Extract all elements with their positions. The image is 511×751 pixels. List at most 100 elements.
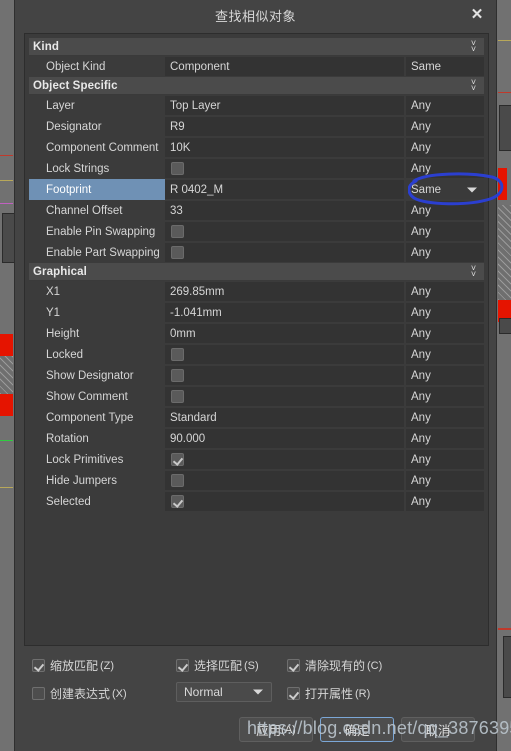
checkbox-select-match[interactable]: [176, 659, 189, 672]
match-mode-cell[interactable]: Any: [406, 429, 484, 448]
property-value-cell[interactable]: Standard: [165, 408, 405, 427]
match-mode-cell[interactable]: Any: [406, 471, 484, 490]
property-value: Top Layer: [170, 99, 221, 112]
value-checkbox[interactable]: [171, 474, 184, 487]
property-row[interactable]: Enable Pin Swapping Any: [29, 221, 484, 242]
option-create-expression[interactable]: 创建表达式 (X): [32, 685, 127, 702]
checkbox-create-expression[interactable]: [32, 687, 45, 700]
value-checkbox[interactable]: [171, 162, 184, 175]
property-row[interactable]: Height 0mm Any: [29, 323, 484, 344]
property-row[interactable]: Enable Part Swapping Any: [29, 242, 484, 263]
pcb-trace-red: [498, 92, 511, 93]
value-checkbox[interactable]: [171, 348, 184, 361]
property-value-cell[interactable]: Component: [165, 57, 405, 76]
value-checkbox[interactable]: [171, 390, 184, 403]
property-value-cell[interactable]: R9: [165, 117, 405, 136]
property-value-cell[interactable]: [165, 366, 405, 385]
match-mode-cell[interactable]: Any: [406, 201, 484, 220]
property-value-cell[interactable]: [165, 159, 405, 178]
match-mode-cell[interactable]: Any: [406, 96, 484, 115]
property-value-cell[interactable]: 90.000: [165, 429, 405, 448]
section-header[interactable]: Kind ˅ ˅: [29, 38, 484, 56]
property-value: Component: [170, 60, 230, 73]
property-row[interactable]: Show Comment Any: [29, 386, 484, 407]
property-row[interactable]: Layer Top Layer Any: [29, 95, 484, 116]
property-value-cell[interactable]: Top Layer: [165, 96, 405, 115]
match-mode-cell[interactable]: Same: [406, 180, 484, 199]
value-checkbox[interactable]: [171, 369, 184, 382]
chevron-double-down-icon[interactable]: ˅ ˅: [468, 264, 479, 279]
property-value-cell[interactable]: 10K: [165, 138, 405, 157]
value-checkbox[interactable]: [171, 225, 184, 238]
property-row[interactable]: Y1 -1.041mm Any: [29, 302, 484, 323]
checkbox-open-properties[interactable]: [287, 687, 300, 700]
property-value-cell[interactable]: [165, 492, 405, 511]
checkbox-zoom-match[interactable]: [32, 659, 45, 672]
property-row[interactable]: Lock Primitives Any: [29, 449, 484, 470]
option-create-expression-hotkey: (X): [112, 687, 127, 700]
match-mode-cell[interactable]: Any: [406, 222, 484, 241]
property-row[interactable]: X1 269.85mm Any: [29, 281, 484, 302]
apply-button[interactable]: 应用 (A): [239, 717, 313, 742]
match-mode-cell[interactable]: Any: [406, 492, 484, 511]
property-value-cell[interactable]: 0mm: [165, 324, 405, 343]
property-value-cell[interactable]: R 0402_M: [165, 180, 405, 199]
ok-button[interactable]: 确定: [320, 717, 394, 742]
property-row[interactable]: Hide Jumpers Any: [29, 470, 484, 491]
pcb-trace-magenta: [0, 203, 13, 204]
property-row[interactable]: Show Designator Any: [29, 365, 484, 386]
property-value-cell[interactable]: 33: [165, 201, 405, 220]
property-row[interactable]: Footprint R 0402_M Same: [29, 179, 484, 200]
match-mode-cell[interactable]: Any: [406, 138, 484, 157]
property-value-cell[interactable]: -1.041mm: [165, 303, 405, 322]
option-open-properties[interactable]: 打开属性 (R): [287, 685, 370, 702]
property-row[interactable]: Rotation 90.000 Any: [29, 428, 484, 449]
property-row[interactable]: Lock Strings Any: [29, 158, 484, 179]
match-value: Any: [411, 204, 431, 217]
mode-select[interactable]: Normal: [176, 682, 272, 702]
match-mode-cell[interactable]: Any: [406, 303, 484, 322]
property-row[interactable]: Channel Offset 33 Any: [29, 200, 484, 221]
match-mode-cell[interactable]: Any: [406, 408, 484, 427]
section-header[interactable]: Object Specific ˅ ˅: [29, 77, 484, 95]
property-row[interactable]: Component Type Standard Any: [29, 407, 484, 428]
match-mode-cell[interactable]: Any: [406, 159, 484, 178]
property-value-cell[interactable]: 269.85mm: [165, 282, 405, 301]
match-mode-cell[interactable]: Same: [406, 57, 484, 76]
value-checkbox[interactable]: [171, 453, 184, 466]
property-value-cell[interactable]: [165, 471, 405, 490]
match-mode-cell[interactable]: Any: [406, 345, 484, 364]
checkbox-clear-existing[interactable]: [287, 659, 300, 672]
property-value-cell[interactable]: [165, 243, 405, 262]
chevron-double-down-icon[interactable]: ˅ ˅: [468, 39, 479, 54]
match-mode-cell[interactable]: Any: [406, 450, 484, 469]
match-mode-cell[interactable]: Any: [406, 324, 484, 343]
pcb-trace-red: [498, 628, 511, 630]
property-row[interactable]: Selected Any: [29, 491, 484, 512]
cancel-button[interactable]: 取消: [401, 717, 475, 742]
property-row[interactable]: Component Comment 10K Any: [29, 137, 484, 158]
property-label: Component Type: [29, 407, 165, 428]
match-mode-cell[interactable]: Any: [406, 366, 484, 385]
match-value: Any: [411, 141, 431, 154]
value-checkbox[interactable]: [171, 495, 184, 508]
option-zoom-match[interactable]: 缩放匹配 (Z): [32, 657, 114, 674]
value-checkbox[interactable]: [171, 246, 184, 259]
close-icon[interactable]: ✕: [467, 5, 487, 25]
property-value-cell[interactable]: [165, 222, 405, 241]
property-value-cell[interactable]: [165, 345, 405, 364]
option-clear-existing[interactable]: 清除现有的 (C): [287, 657, 382, 674]
section-header[interactable]: Graphical ˅ ˅: [29, 263, 484, 281]
chevron-down-icon[interactable]: [467, 187, 477, 192]
match-mode-cell[interactable]: Any: [406, 243, 484, 262]
property-value-cell[interactable]: [165, 450, 405, 469]
property-row[interactable]: Locked Any: [29, 344, 484, 365]
property-row[interactable]: Object Kind Component Same: [29, 56, 484, 77]
option-select-match[interactable]: 选择匹配 (S): [176, 657, 259, 674]
match-mode-cell[interactable]: Any: [406, 117, 484, 136]
chevron-double-down-icon[interactable]: ˅ ˅: [468, 78, 479, 93]
match-mode-cell[interactable]: Any: [406, 387, 484, 406]
property-row[interactable]: Designator R9 Any: [29, 116, 484, 137]
match-mode-cell[interactable]: Any: [406, 282, 484, 301]
property-value-cell[interactable]: [165, 387, 405, 406]
